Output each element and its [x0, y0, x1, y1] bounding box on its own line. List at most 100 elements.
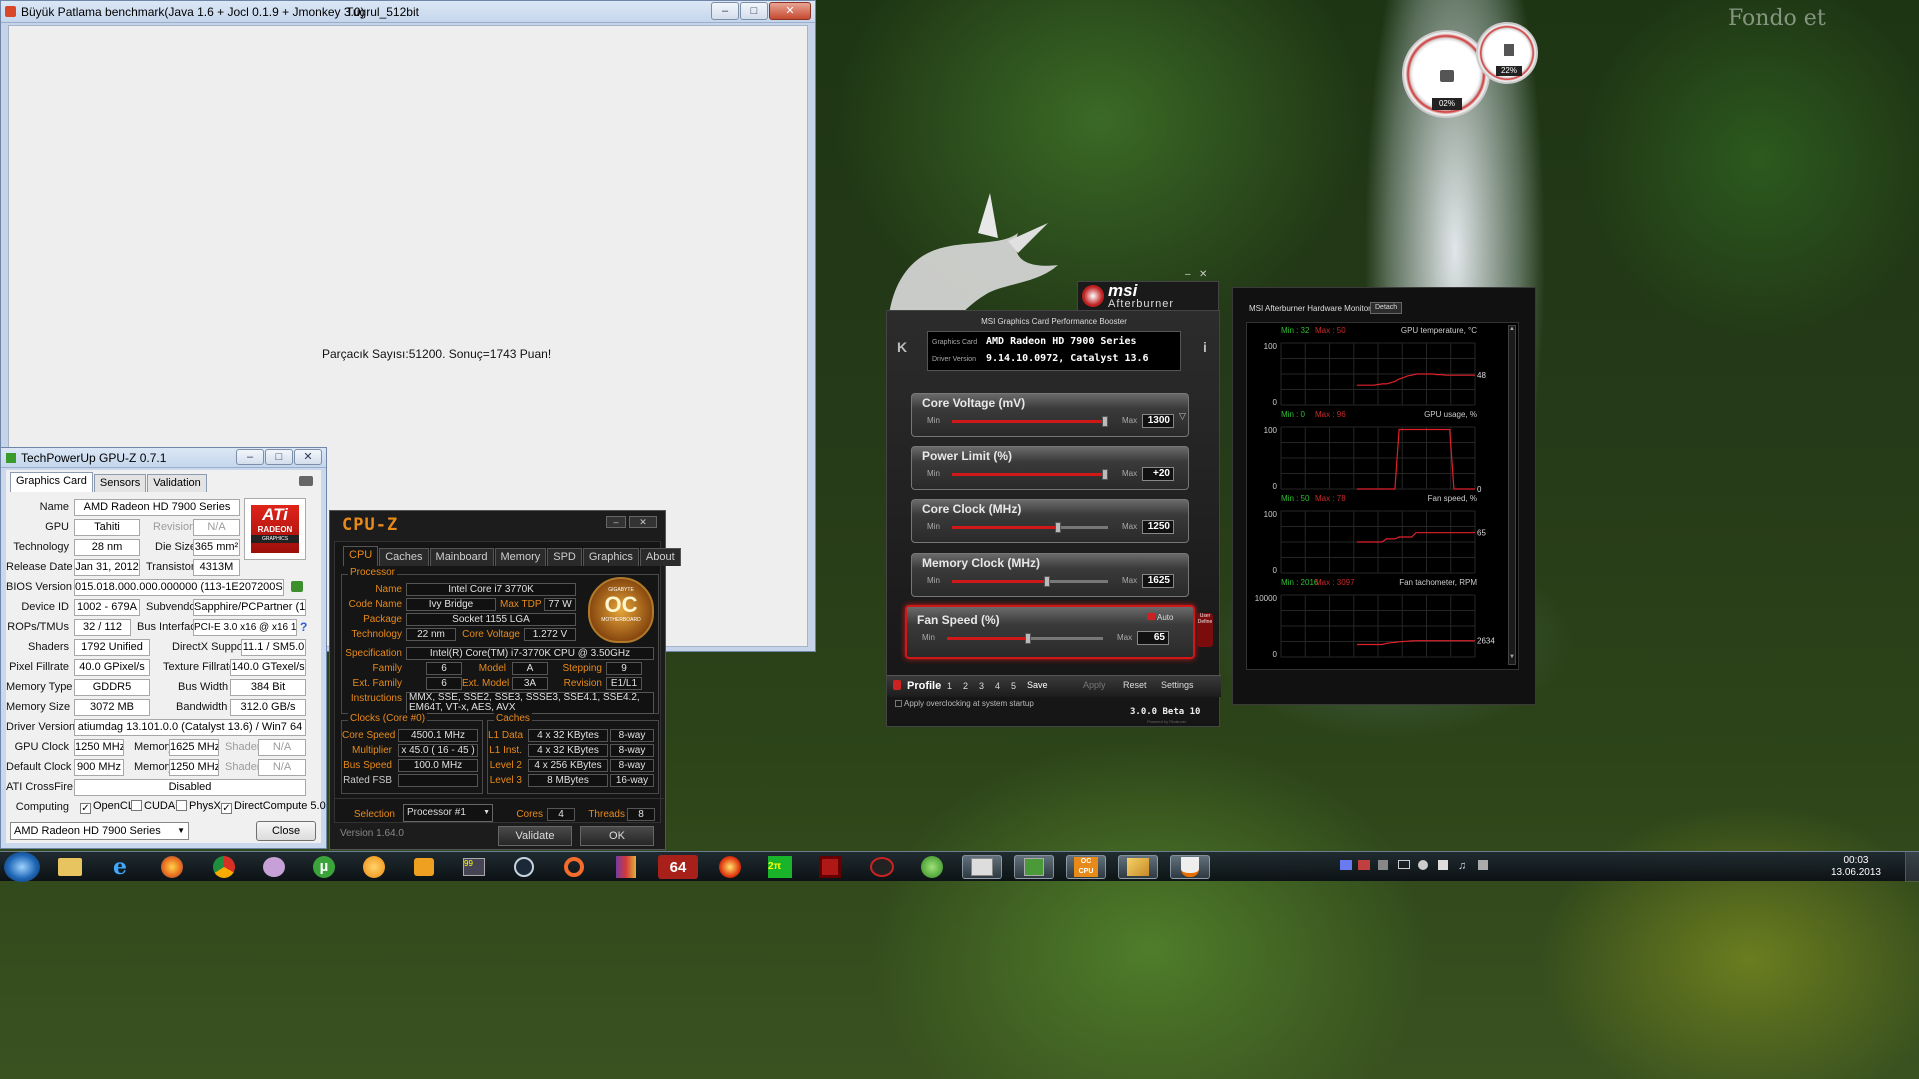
super-pi-icon[interactable]: 2π [760, 855, 800, 879]
hwmon-graph-area[interactable]: Min : 32 Max : 50 GPU temperature, °C 100 0 4… [1246, 322, 1519, 670]
explorer-icon[interactable] [50, 855, 90, 879]
tab-about[interactable]: About [639, 548, 681, 566]
power-limit-knob[interactable] [1101, 469, 1108, 480]
camera-icon[interactable] [299, 476, 313, 486]
profile-5-button[interactable]: 5 [1011, 681, 1016, 691]
paint-icon[interactable] [254, 855, 294, 879]
tab-memory[interactable]: Memory [494, 548, 547, 566]
tab-spd[interactable]: SPD [547, 548, 582, 566]
winrar-icon[interactable] [606, 855, 646, 879]
tab-graphics-card[interactable]: Graphics Card [10, 472, 93, 492]
validate-button[interactable]: Validate [498, 826, 572, 846]
help-icon[interactable]: ? [300, 620, 307, 634]
furmark-icon[interactable] [710, 855, 750, 879]
close-button[interactable]: ✕ [769, 2, 811, 20]
app-red-icon[interactable] [810, 855, 850, 879]
memory-clock-knob[interactable] [1044, 576, 1051, 587]
gpuz-minimize-button[interactable]: – [236, 449, 264, 465]
origin-icon[interactable] [554, 855, 594, 879]
cpu-z-taskbar-icon[interactable]: OC CPU [1066, 855, 1106, 879]
cuda-checkbox[interactable]: CUDA [131, 800, 175, 812]
maximize-button[interactable]: □ [740, 2, 768, 20]
tray-volume-icon[interactable]: ♫ [1458, 860, 1466, 872]
tray-gauge-icon[interactable] [1418, 860, 1428, 873]
java-title-bar[interactable]: Büyük Patlama benchmark(Java 1.6 + Jocl … [1, 1, 815, 23]
fan-auto-toggle[interactable]: Auto [1147, 613, 1173, 622]
profile-1-button[interactable]: 1 [947, 681, 952, 691]
ab-close-button[interactable]: ✕ [1199, 269, 1207, 280]
gpu-tweak-icon[interactable] [862, 855, 902, 879]
cpuz-minimize-button[interactable]: – [606, 516, 626, 528]
scroll-up-icon[interactable]: ▲ [1509, 326, 1515, 336]
tab-sensors[interactable]: Sensors [93, 474, 147, 492]
hwmon-scrollbar[interactable]: ▲ ▼ [1508, 325, 1516, 665]
minimize-button[interactable]: – [711, 2, 739, 20]
java-icon[interactable] [1170, 855, 1210, 879]
tray-flag-icon[interactable] [1438, 860, 1448, 873]
reset-button[interactable]: Reset [1123, 680, 1147, 690]
firefox-icon[interactable] [152, 855, 192, 879]
tray-power-icon[interactable] [1478, 860, 1488, 873]
gpu-z-taskbar-icon[interactable] [962, 855, 1002, 879]
directcompute-checkbox[interactable]: ✓ DirectCompute 5.0 [221, 800, 326, 814]
gpu-selector-dropdown[interactable]: AMD Radeon HD 7900 Series ▼ [10, 822, 189, 840]
core-clock-slider[interactable]: Core Clock (MHz) Min Max 1250 [911, 499, 1189, 543]
profile-3-button[interactable]: 3 [979, 681, 984, 691]
info-icon[interactable]: i [1203, 339, 1207, 355]
startup-checkbox[interactable]: Apply overclocking at system startup [895, 699, 1034, 708]
bios-save-icon[interactable] [291, 581, 303, 592]
gpuz-maximize-button[interactable]: □ [265, 449, 293, 465]
xbox-icon[interactable] [912, 855, 952, 879]
utorrent-icon[interactable]: µ [304, 855, 344, 879]
tab-validation[interactable]: Validation [147, 474, 207, 492]
settings-button[interactable]: Settings [1161, 680, 1194, 690]
taskbar-clock[interactable]: 00:03 13.06.2013 [1831, 855, 1881, 879]
apply-button[interactable]: Apply [1083, 680, 1106, 690]
memory-clock-value[interactable]: 1625 [1142, 574, 1174, 588]
profile-4-button[interactable]: 4 [995, 681, 1000, 691]
chrome-icon[interactable] [204, 855, 244, 879]
core-voltage-value[interactable]: 1300 [1142, 414, 1174, 428]
core-clock-value[interactable]: 1250 [1142, 520, 1174, 534]
tray-language-icon[interactable] [1358, 860, 1370, 873]
aida64-icon[interactable]: 64 [658, 855, 698, 879]
opencl-checkbox[interactable]: ✓ OpenCL [80, 800, 134, 814]
ok-button[interactable]: OK [580, 826, 654, 846]
show-desktop-button[interactable] [1905, 852, 1919, 882]
fan-speed-value[interactable]: 65 [1137, 631, 1169, 645]
core-voltage-slider[interactable]: Core Voltage (mV) Min Max 1300 [911, 393, 1189, 437]
scroll-down-icon[interactable]: ▼ [1509, 654, 1515, 664]
steam-icon[interactable] [504, 855, 544, 879]
tray-network-icon[interactable] [1340, 860, 1352, 873]
power-limit-value[interactable]: +20 [1142, 467, 1174, 481]
notepad-icon[interactable] [1014, 855, 1054, 879]
tray-app-icon[interactable] [1378, 860, 1388, 873]
cpu-tool-icon[interactable]: 99 [454, 855, 494, 879]
fan-speed-knob[interactable] [1025, 633, 1032, 644]
voltage-expand-chevron-icon[interactable]: ▽ [1179, 411, 1186, 422]
cpuz-close-button[interactable]: ✕ [629, 516, 657, 528]
ab-minimize-button[interactable]: – [1185, 269, 1191, 280]
cpu-meter-gadget[interactable]: 02% 22% [1400, 22, 1548, 122]
lock-icon[interactable] [893, 680, 901, 690]
processor-selector-dropdown[interactable]: Processor #1 ▼ [403, 804, 493, 822]
paint-taskbar-icon[interactable] [1118, 855, 1158, 879]
profile-save-button[interactable]: Save [1027, 680, 1048, 690]
profile-2-button[interactable]: 2 [963, 681, 968, 691]
tab-graphics[interactable]: Graphics [582, 548, 639, 566]
k-boost-icon[interactable]: K [897, 339, 907, 355]
internet-explorer-icon[interactable]: e [100, 854, 140, 880]
physx-checkbox[interactable]: PhysX [176, 800, 221, 812]
tab-mainboard[interactable]: Mainboard [429, 548, 494, 566]
media-player-icon[interactable] [404, 855, 444, 879]
user-define-button[interactable]: User Define [1197, 613, 1213, 647]
gpuz-close-dialog-button[interactable]: Close [256, 821, 316, 841]
core-clock-knob[interactable] [1055, 522, 1062, 533]
detach-button[interactable]: Detach [1370, 302, 1403, 314]
tray-screen-icon[interactable] [1398, 860, 1410, 872]
fan-speed-slider[interactable]: Fan Speed (%) Min Max 65 Auto User Defin… [905, 605, 1213, 659]
power-limit-slider[interactable]: Power Limit (%) Min Max +20 [911, 446, 1189, 490]
memory-clock-slider[interactable]: Memory Clock (MHz) Min Max 1625 [911, 553, 1189, 597]
gpuz-title-bar[interactable]: TechPowerUp GPU-Z 0.7.1 – □ ✕ [1, 448, 326, 468]
tab-caches[interactable]: Caches [379, 548, 429, 566]
